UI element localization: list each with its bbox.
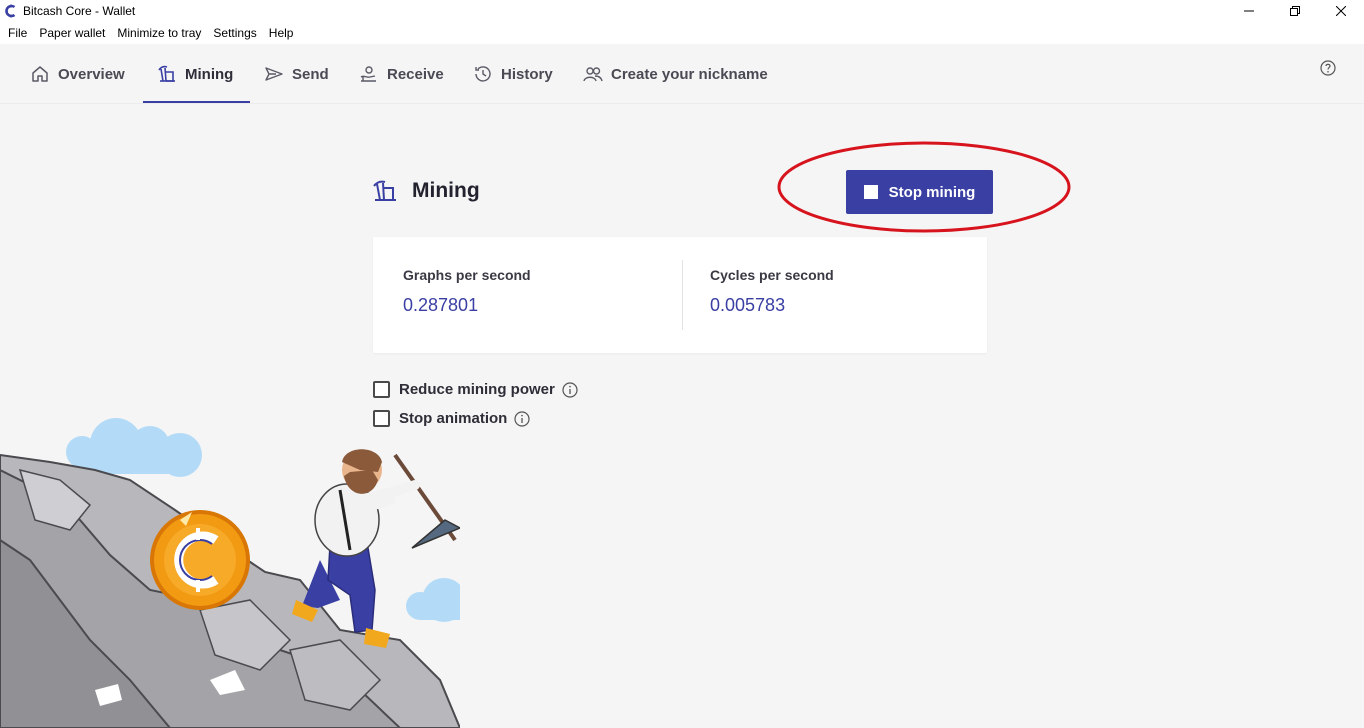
restore-icon [1290,6,1300,16]
stat-label: Cycles per second [710,267,834,283]
menu-settings[interactable]: Settings [207,26,262,40]
cloud-right [406,578,460,622]
mining-icon [158,65,175,82]
tab-history-label: History [501,65,553,83]
tab-send-label: Send [292,65,329,83]
stat-value: 0.005783 [710,295,786,315]
minimize-icon [1244,10,1254,12]
info-icon[interactable] [514,410,530,427]
receive-icon [360,66,376,82]
tab-create-nickname[interactable]: Create your nickname [583,44,768,104]
menu-help[interactable]: Help [263,26,300,40]
menu-paper-wallet[interactable]: Paper wallet [33,26,111,40]
home-icon [32,66,48,82]
tab-receive-label: Receive [387,65,444,83]
tab-mining-label: Mining [185,65,234,83]
stat-value: 0.287801 [403,295,479,315]
option-reduce-mining-power[interactable]: Reduce mining power [373,381,578,398]
mining-icon [373,180,396,201]
tab-receive[interactable]: Receive [359,44,444,104]
tab-history[interactable]: History [473,44,553,104]
miner-illustration [0,418,460,728]
tab-mining[interactable]: Mining [157,44,233,104]
stat-divider [682,260,683,330]
stop-icon [863,185,878,199]
reduce-mining-power-checkbox[interactable] [373,381,390,398]
restore-button[interactable] [1272,0,1318,22]
menu-bar: File Paper wallet Minimize to tray Setti… [0,22,1364,44]
active-tab-indicator [143,101,250,103]
close-icon [1336,6,1346,16]
page-title: Mining [412,179,480,202]
stop-mining-button[interactable]: Stop mining [846,170,993,214]
title-bar: Bitcash Core - Wallet [0,0,1364,22]
send-icon [265,67,283,81]
menu-minimize-to-tray[interactable]: Minimize to tray [111,26,207,40]
mining-header: Mining [372,178,480,204]
close-button[interactable] [1318,0,1364,22]
stat-label: Graphs per second [403,267,531,283]
bitcash-coin [150,510,250,610]
tab-overview-label: Overview [58,65,125,83]
mining-stats-card: Graphs per second 0.287801 Cycles per se… [373,237,987,353]
tab-create-nickname-label: Create your nickname [611,65,768,83]
window-title: Bitcash Core - Wallet [23,4,136,18]
help-icon[interactable] [1320,60,1336,76]
bitcash-logo-icon [5,4,16,18]
tab-navigation: Overview Mining Send Receive History Cre… [0,44,1364,104]
history-icon [475,66,491,82]
option-label: Reduce mining power [399,381,555,398]
tab-send[interactable]: Send [264,44,329,104]
stat-cycles-per-second: Cycles per second 0.005783 [710,267,834,316]
stop-mining-label: Stop mining [888,183,976,201]
menu-file[interactable]: File [2,26,33,40]
tab-overview[interactable]: Overview [30,44,125,104]
users-icon [583,67,603,82]
info-icon[interactable] [562,381,578,398]
minimize-button[interactable] [1226,0,1272,22]
stat-graphs-per-second: Graphs per second 0.287801 [403,267,531,316]
